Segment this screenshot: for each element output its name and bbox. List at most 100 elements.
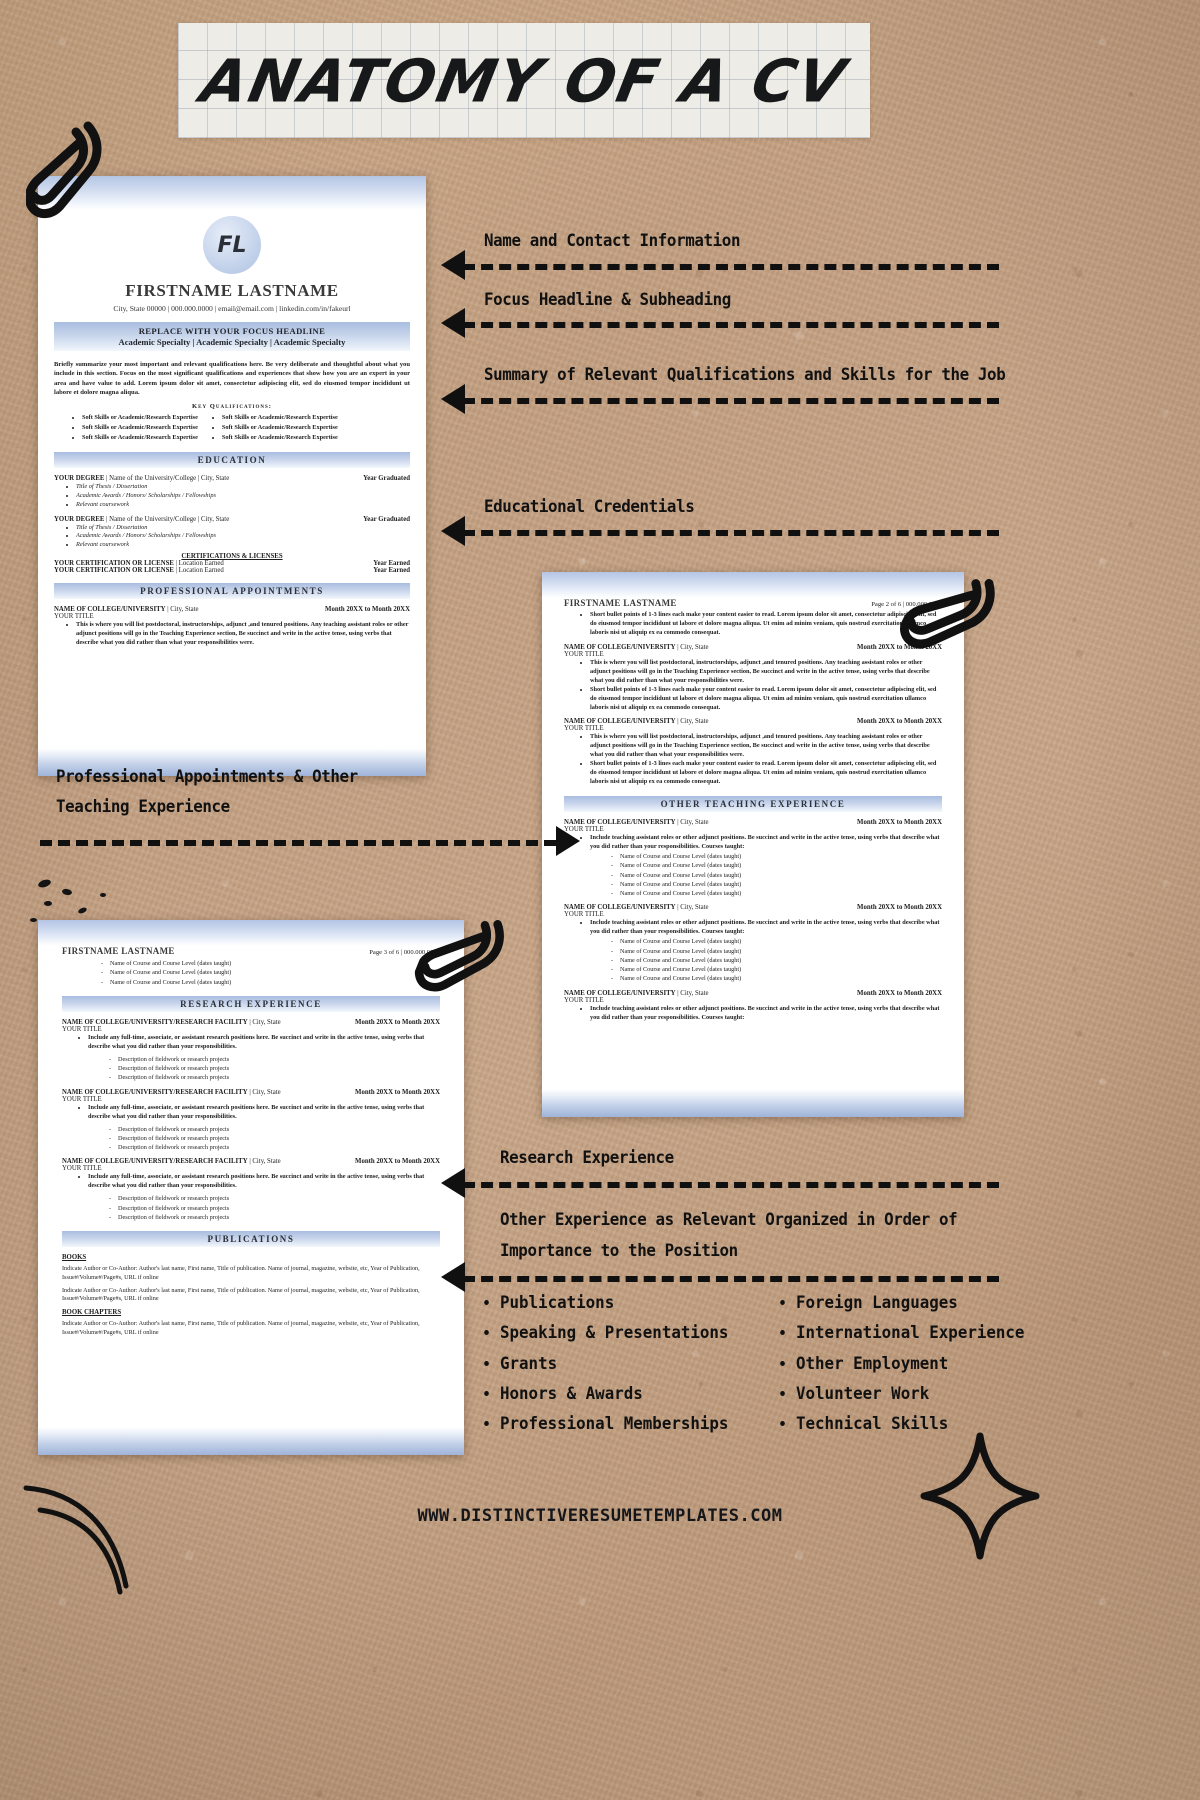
page-title: ANATOMY OF A CV: [195, 46, 853, 115]
teaching-entry: NAME OF COLLEGE/UNIVERSITY | City, State…: [564, 819, 942, 899]
course-item: Name of Course and Course Level (dates t…: [611, 871, 942, 881]
degree-bullet: Title of Thesis / Dissertation: [76, 524, 410, 533]
certification-row: YOUR CERTIFICATION OR LICENSE | Location…: [54, 560, 410, 567]
annotation-label-appointments-line1: Professional Appointments & Other: [56, 767, 358, 787]
list-item: Name of Course and Course Level (dates t…: [101, 968, 440, 978]
arrow-appointments: [556, 826, 580, 856]
degree-bullets: Title of Thesis / DissertationAcademic A…: [54, 524, 410, 551]
key-qualifications-left: Soft Skills or Academic/Research Experti…: [72, 413, 198, 442]
teaching-title: YOUR TITLE: [564, 996, 604, 1004]
course-item: Name of Course and Course Level (dates t…: [611, 880, 942, 890]
experience-date: Month 20XX to Month 20XX: [857, 718, 942, 726]
experience-org: NAME OF COLLEGE/UNIVERSITY | City, State: [564, 718, 709, 726]
publications-section-heading: PUBLICATIONS: [62, 1231, 440, 1248]
list-item: Speaking & Presentations: [500, 1318, 728, 1348]
arrow-name-contact: [441, 250, 465, 280]
experience-title: YOUR TITLE: [564, 725, 604, 733]
teaching-bullets: Include teaching assistant roles or othe…: [564, 834, 942, 852]
teaching-date: Month 20XX to Month 20XX: [857, 819, 942, 827]
avatar-monogram: FL: [203, 216, 261, 274]
course-item: Name of Course and Course Level (dates t…: [611, 889, 942, 899]
publication-entry: Indicate Author or Co-Author: Author's l…: [62, 1286, 420, 1303]
research-date: Month 20XX to Month 20XX: [355, 1158, 440, 1166]
education-entries: YOUR DEGREE | Name of the University/Col…: [54, 475, 410, 551]
research-title: YOUR TITLE: [62, 1165, 102, 1173]
list-item: Soft Skills or Academic/Research Experti…: [82, 413, 198, 423]
dashed-line-name-contact: [463, 264, 999, 270]
course-item: Name of Course and Course Level (dates t…: [611, 947, 942, 957]
research-sub-item: Description of fieldwork or research pro…: [109, 1204, 440, 1214]
experience-bullet: This is where you will list postdoctoral…: [590, 733, 942, 760]
research-org: NAME OF COLLEGE/UNIVERSITY/RESEARCH FACI…: [62, 1088, 281, 1096]
degree-entry: YOUR DEGREE | Name of the University/Col…: [54, 475, 410, 510]
dashed-line-education: [463, 530, 999, 536]
annotation-label-research: Research Experience: [500, 1148, 674, 1168]
teaching-entry: NAME OF COLLEGE/UNIVERSITY | City, State…: [564, 990, 942, 1023]
experience-bullets: This is where you will list postdoctoral…: [564, 733, 942, 787]
teaching-bullet: Include teaching assistant roles or othe…: [590, 1005, 942, 1023]
books-heading: BOOKS: [62, 1254, 87, 1262]
appointment-title: YOUR TITLE: [54, 613, 94, 621]
page2-name: FIRSTNAME LASTNAME: [564, 598, 677, 608]
annotation-label-other-line1: Other Experience as Relevant Organized i…: [500, 1210, 958, 1230]
certification-rows: YOUR CERTIFICATION OR LICENSE | Location…: [54, 560, 410, 574]
research-section-heading: RESEARCH EXPERIENCE: [62, 995, 440, 1012]
degree-line: YOUR DEGREE | Name of the University/Col…: [54, 474, 230, 482]
research-sub-item: Description of fieldwork or research pro…: [109, 1213, 440, 1223]
experience-bullet: This is where you will list postdoctoral…: [590, 659, 942, 686]
experience-entry: NAME OF COLLEGE/UNIVERSITY | City, State…: [564, 718, 942, 787]
list-item: Soft Skills or Academic/Research Experti…: [82, 433, 198, 443]
certification-row: YOUR CERTIFICATION OR LICENSE | Location…: [54, 567, 410, 574]
ink-speck: [30, 918, 37, 922]
course-item: Name of Course and Course Level (dates t…: [611, 937, 942, 947]
list-item: International Experience: [796, 1318, 1024, 1348]
degree-bullet: Academic Awards / Honors/ Scholarships /…: [76, 532, 410, 541]
research-title: YOUR TITLE: [62, 1025, 102, 1033]
research-bullets: Include any full-time, associate, or ass…: [62, 1173, 440, 1191]
other-teaching-heading: OTHER TEACHING EXPERIENCE: [564, 796, 942, 813]
cv-page-3: FIRSTNAME LASTNAME Page 3 of 6 | 000.000…: [38, 920, 464, 1455]
research-sub-item: Description of fieldwork or research pro…: [109, 1134, 440, 1144]
research-entries: NAME OF COLLEGE/UNIVERSITY/RESEARCH FACI…: [62, 1018, 440, 1223]
research-sub-list: Description of fieldwork or research pro…: [62, 1125, 440, 1153]
list-item: Soft Skills or Academic/Research Experti…: [222, 433, 338, 443]
research-entry: NAME OF COLLEGE/UNIVERSITY/RESEARCH FACI…: [62, 1089, 440, 1153]
arrow-education: [441, 516, 465, 546]
research-bullet: Include any full-time, associate, or ass…: [88, 1173, 440, 1191]
teaching-bullet: Include teaching assistant roles or othe…: [590, 834, 942, 852]
research-sub-item: Description of fieldwork or research pro…: [109, 1073, 440, 1083]
list-item: Name of Course and Course Level (dates t…: [101, 959, 440, 969]
appointments-section-heading: PROFESSIONAL APPOINTMENTS: [54, 583, 410, 600]
dashed-line-focus-headline: [463, 322, 999, 328]
appointment-bullet: This is where you will list postdoctoral…: [76, 621, 410, 648]
title-card: ANATOMY OF A CV: [178, 23, 870, 138]
experience-entry: NAME OF COLLEGE/UNIVERSITY | City, State…: [564, 644, 942, 713]
degree-line: YOUR DEGREE | Name of the University/Col…: [54, 515, 230, 523]
appointment-org: NAME OF COLLEGE/UNIVERSITY | City, State: [54, 606, 199, 613]
appointment-org-loc: | City, State: [165, 606, 199, 614]
chapter-entries: Indicate Author or Co-Author: Author's l…: [62, 1320, 440, 1337]
certification-date: Year Earned: [373, 567, 410, 575]
degree-date: Year Graduated: [363, 474, 410, 482]
certifications-heading: CERTIFICATIONS & LICENSES: [181, 553, 283, 561]
research-bullet: Include any full-time, associate, or ass…: [88, 1034, 440, 1052]
focus-headline-bar: REPLACE WITH YOUR FOCUS HEADLINE Academi…: [54, 322, 410, 351]
page2-appointment-entries: NAME OF COLLEGE/UNIVERSITY | City, State…: [564, 644, 942, 787]
experience-bullet: Short bullet points of 1-3 lines each ma…: [590, 760, 942, 787]
certification-date: Year Earned: [373, 560, 410, 568]
appointment-bullets: This is where you will list postdoctoral…: [54, 621, 410, 648]
research-title: YOUR TITLE: [62, 1095, 102, 1103]
degree-bullet: Relevant coursework: [76, 501, 410, 510]
experience-bullet: Short bullet points of 1-3 lines each ma…: [590, 686, 942, 713]
annotation-label-education: Educational Credentials: [484, 497, 695, 517]
cv-contact-line: City, State 00000 | 000.000.0000 | email…: [113, 304, 351, 313]
research-date: Month 20XX to Month 20XX: [355, 1018, 440, 1026]
page3-top-band: [38, 920, 464, 946]
page2-top-band: [542, 572, 964, 598]
teaching-title: YOUR TITLE: [564, 826, 604, 834]
sparkle-icon: [920, 1432, 1040, 1560]
publication-entry: Indicate Author or Co-Author: Author's l…: [62, 1265, 420, 1281]
appointment-entry: NAME OF COLLEGE/UNIVERSITY | City, State…: [54, 606, 410, 648]
teaching-org: NAME OF COLLEGE/UNIVERSITY | City, State: [564, 819, 709, 827]
list-item: Volunteer Work: [796, 1379, 1024, 1409]
